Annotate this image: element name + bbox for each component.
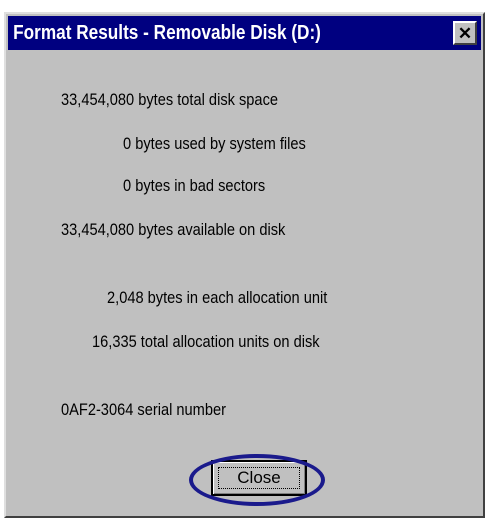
window-title: Format Results - Removable Disk (D:) (13, 21, 321, 44)
total-allocation-units-text: 16,335 total allocation units on disk (92, 332, 320, 351)
close-button[interactable]: Close (211, 460, 307, 496)
screenshot-page: Format Results - Removable Disk (D:) ✕ 3… (0, 0, 489, 523)
title-close-button[interactable]: ✕ (453, 21, 477, 45)
allocation-unit-size-text: 2,048 bytes in each allocation unit (107, 288, 328, 307)
title-bar[interactable]: Format Results - Removable Disk (D:) ✕ (8, 16, 481, 50)
available-space-text: 33,454,080 bytes available on disk (61, 220, 286, 239)
total-disk-space-text: 33,454,080 bytes total disk space (61, 90, 279, 109)
format-results-dialog: Format Results - Removable Disk (D:) ✕ 3… (4, 12, 485, 518)
bad-sectors-text: 0 bytes in bad sectors (123, 176, 266, 195)
close-button-label: Close (237, 468, 281, 487)
system-files-text: 0 bytes used by system files (123, 134, 306, 153)
serial-number-text: 0AF2-3064 serial number (61, 400, 226, 419)
close-icon: ✕ (457, 23, 473, 43)
